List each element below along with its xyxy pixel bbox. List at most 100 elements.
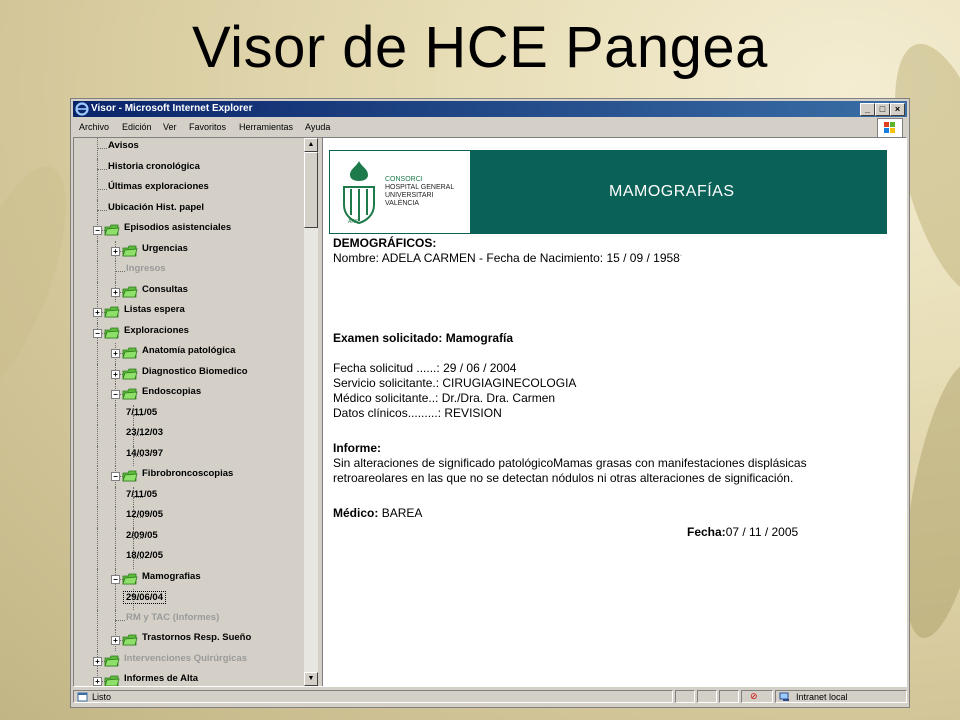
expand-toggle[interactable]: + (111, 349, 120, 358)
tree-item[interactable]: Ubicación Hist. papel (108, 202, 204, 213)
tree-item[interactable]: Urgencias (142, 243, 188, 254)
tree-item[interactable]: Mamografias (142, 571, 201, 582)
tree-item[interactable]: Últimas exploraciones (108, 181, 209, 192)
collapse-toggle[interactable]: − (111, 390, 120, 399)
page-icon (77, 692, 88, 702)
tree-connector (115, 425, 116, 446)
tree-connector (97, 148, 107, 149)
tree-item[interactable]: Trastornos Resp. Sueño (142, 632, 251, 643)
title-bar[interactable]: Visor - Microsoft Internet Explorer _ □ … (73, 101, 907, 117)
status-panel (697, 690, 717, 703)
tree-item[interactable]: Exploraciones (124, 325, 189, 336)
green-folder-icon (104, 675, 120, 686)
menu-archivo[interactable]: Archivo (79, 122, 109, 132)
tree-scrollbar[interactable]: ▲ ▼ (304, 138, 318, 686)
collapse-toggle[interactable]: − (111, 472, 120, 481)
tree-connector (97, 589, 98, 610)
collapse-toggle[interactable]: − (93, 328, 102, 338)
scroll-down-button[interactable]: ▼ (304, 672, 318, 686)
maximize-button[interactable]: □ (875, 103, 890, 116)
expand-toggle[interactable]: + (93, 677, 102, 686)
demographics-line: Nombre: ADELA CARMEN - Fecha de Nacimien… (333, 251, 683, 265)
tree-connector (115, 619, 125, 621)
tree-connector (115, 507, 116, 528)
popup-blocked-icon: ⊘ (750, 691, 758, 701)
tree-connector (115, 445, 116, 466)
tree-connector (115, 404, 116, 425)
status-text-panel: Listo (73, 690, 673, 703)
tree-item[interactable]: 7/11/05 (126, 489, 157, 500)
tree-item[interactable]: Ingresos (126, 263, 166, 274)
tree-item[interactable]: 12/09/05 (126, 509, 163, 520)
browser-window: Visor - Microsoft Internet Explorer _ □ … (70, 98, 910, 708)
tree-item[interactable]: 18/02/05 (126, 550, 163, 561)
tree-item[interactable]: Fibrobroncoscopias (142, 468, 233, 479)
tree-connector (97, 209, 107, 211)
tree-item[interactable]: Diagnostico Biomedico (142, 366, 248, 377)
tree-connector (97, 568, 98, 589)
minimize-button[interactable]: _ (860, 103, 875, 116)
green-folder-icon (122, 286, 138, 297)
expand-toggle[interactable]: + (111, 369, 120, 379)
logo-hospital-name: HOSPITAL GENERAL UNIVERSITARI VALÈNCIA (385, 184, 455, 207)
tree-connector (97, 527, 98, 548)
tree-connector (97, 189, 107, 190)
tree-item[interactable]: 14/03/97 (126, 448, 163, 459)
tree-connector (115, 486, 116, 507)
tree-item[interactable]: Informes de Alta (124, 673, 198, 684)
report-date: Fecha:07 / 11 / 2005 (687, 525, 799, 539)
collapse-toggle[interactable]: − (93, 226, 102, 235)
requesting-doctor-field: Médico solicitante..: Dr./Dra. Dra. Carm… (333, 391, 556, 405)
tree-item[interactable]: 23/12/03 (126, 427, 163, 438)
tree-connector (97, 281, 98, 302)
tree-item[interactable]: Anatomía patológica (142, 345, 235, 356)
green-folder-icon (122, 368, 138, 379)
clinical-data-field: Datos clínicos.........: REVISION (333, 406, 502, 420)
report-header: CONSORCI HOSPITAL GENERAL UNIVERSITARI V… (329, 150, 887, 234)
tree-connector (115, 589, 116, 610)
tree-item[interactable]: Episodios asistenciales (124, 222, 231, 233)
tree-item[interactable]: Intervenciones Quirúrgicas (124, 653, 247, 664)
tree-item[interactable]: 7/11/05 (126, 407, 157, 418)
tree-item[interactable]: Consultas (142, 284, 188, 295)
tree-connector (97, 445, 98, 466)
close-button[interactable]: × (890, 103, 905, 116)
expand-toggle[interactable]: + (111, 246, 120, 256)
green-folder-icon (122, 634, 138, 646)
status-panel: ⊘ (741, 690, 773, 703)
tree-connector (97, 363, 98, 384)
tree-item[interactable]: 29/06/04 (123, 591, 166, 604)
menu-ayuda[interactable]: Ayuda (305, 122, 330, 132)
expand-toggle[interactable]: + (93, 656, 102, 666)
expand-toggle[interactable]: + (111, 636, 120, 645)
tree-item[interactable]: Avisos (108, 140, 139, 151)
tree-item[interactable]: 2/09/05 (126, 530, 158, 541)
tree-connector (97, 168, 107, 170)
tree-item[interactable]: RM y TAC (Informes) (126, 612, 219, 623)
tree-item[interactable]: Endoscopias (142, 386, 201, 397)
menu-herramientas[interactable]: Herramientas (239, 122, 293, 132)
expand-toggle[interactable]: + (93, 308, 102, 317)
menu-favoritos[interactable]: Favoritos (189, 122, 226, 132)
status-text: Listo (92, 692, 112, 702)
tree-item[interactable]: Listas espera (124, 304, 185, 315)
request-date-field: Fecha solicitud ......: 29 / 06 / 2004 (333, 361, 517, 375)
windows-logo-icon (877, 118, 903, 138)
menu-ver[interactable]: Ver (163, 122, 177, 132)
status-bar: Listo ⊘ Intranet local (73, 689, 907, 705)
tree-connector (115, 527, 116, 548)
report-title: MAMOGRAFÍAS (609, 183, 735, 200)
scroll-up-button[interactable]: ▲ (304, 138, 318, 152)
tree-connector (97, 466, 98, 487)
birth-date: 15 / 09 / 1958 (606, 251, 680, 265)
scroll-thumb[interactable] (304, 152, 318, 228)
green-folder-icon (122, 245, 138, 256)
tree-item[interactable]: Historia cronológica (108, 161, 200, 172)
expand-toggle[interactable]: + (111, 287, 120, 297)
collapse-toggle[interactable]: − (111, 574, 120, 584)
logo-consorci: CONSORCI (385, 176, 423, 183)
menu-edicion[interactable]: Edición (122, 122, 152, 132)
window-title: Visor - Microsoft Internet Explorer (91, 103, 253, 114)
report-text-line-2: retroareolares en las que no se detectan… (333, 471, 794, 485)
tree-connector (97, 404, 98, 425)
